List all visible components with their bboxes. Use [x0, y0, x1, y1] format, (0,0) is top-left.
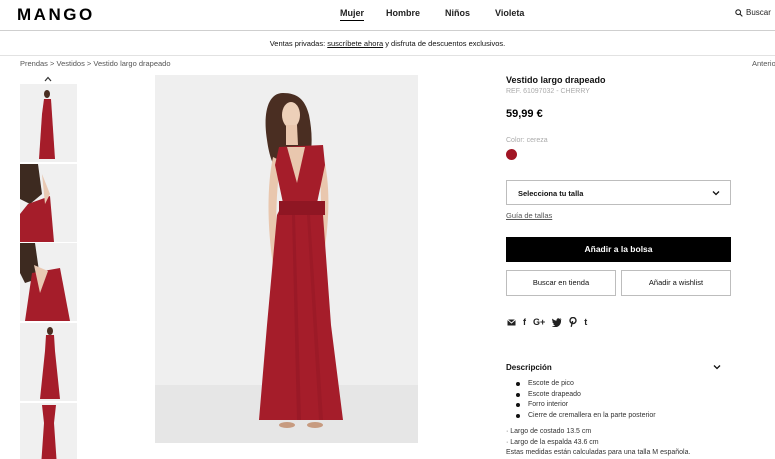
search-label: Buscar [746, 8, 771, 17]
product-reference: REF. 61097032 - CHERRY [506, 88, 590, 95]
nav-ninos[interactable]: Niños [445, 8, 470, 21]
dress-back-thumbnail [20, 403, 77, 459]
measure-line: · Largo de costado 13.5 cm [506, 428, 592, 435]
thumbnail-5[interactable] [20, 403, 77, 459]
thumbnail-2[interactable] [20, 164, 77, 242]
promo-text: Ventas privadas: [269, 39, 328, 48]
thumbnail-1[interactable] [20, 84, 77, 162]
twitter-icon[interactable] [552, 317, 562, 327]
product-price: 59,99 € [506, 108, 543, 120]
model-dress-illustration [155, 75, 418, 443]
share-icons: f G+ t [507, 317, 587, 327]
facebook-icon[interactable]: f [523, 317, 526, 327]
subscribe-link[interactable]: suscríbete ahora [327, 39, 383, 48]
site-header: MANGO Mujer Hombre Niños Violeta Buscar [0, 0, 775, 31]
nav-hombre[interactable]: Hombre [386, 8, 420, 21]
promo-text-suffix: y disfruta de descuentos exclusivos. [383, 39, 506, 48]
thumbnail-4[interactable] [20, 323, 77, 401]
list-item: Escote de pico [516, 379, 656, 390]
size-select-label: Selecciona tu talla [518, 189, 584, 198]
dress-thumbnail-image [20, 84, 77, 162]
list-item: Cierre de cremallera en la parte posteri… [516, 411, 656, 422]
main-nav: Mujer Hombre Niños Violeta [340, 8, 524, 21]
find-in-store-button[interactable]: Buscar en tienda [506, 270, 616, 296]
pinterest-icon[interactable] [569, 317, 577, 327]
product-title: Vestido largo drapeado [506, 75, 606, 85]
dress-detail-thumbnail [20, 164, 77, 242]
google-plus-icon[interactable]: G+ [533, 317, 545, 327]
add-to-bag-button[interactable]: Añadir a la bolsa [506, 237, 731, 262]
color-label: Color: cereza [506, 137, 548, 144]
add-to-wishlist-button[interactable]: Añadir a wishlist [621, 270, 731, 296]
measure-note: Estas medidas están calculadas para una … [506, 449, 691, 456]
size-select[interactable]: Selecciona tu talla [506, 180, 731, 205]
description-heading[interactable]: Descripción [506, 363, 552, 372]
chevron-down-icon[interactable] [713, 363, 721, 371]
nav-mujer[interactable]: Mujer [340, 8, 365, 21]
mango-logo[interactable]: MANGO [17, 5, 95, 25]
list-item: Forro interior [516, 400, 656, 411]
tumblr-icon[interactable]: t [584, 317, 587, 327]
color-swatch-cereza[interactable] [506, 149, 517, 160]
measurements: · Largo de costado 13.5 cm · Largo de la… [506, 427, 690, 459]
search-button[interactable]: Buscar [735, 8, 771, 17]
main-product-image[interactable] [155, 75, 418, 443]
nav-violeta[interactable]: Violeta [495, 8, 524, 21]
previous-link[interactable]: Anterior [752, 59, 775, 68]
measure-line: · Largo de la espalda 43.6 cm [506, 438, 599, 446]
dress-neckline-thumbnail [20, 243, 77, 321]
breadcrumb[interactable]: Prendas > Vestidos > Vestido largo drape… [20, 59, 171, 68]
chevron-down-icon [712, 191, 720, 196]
thumbnail-strip [20, 74, 77, 459]
list-item: Escote drapeado [516, 390, 656, 401]
thumbnail-3[interactable] [20, 243, 77, 321]
email-icon[interactable] [507, 318, 516, 326]
size-guide-link[interactable]: Guía de tallas [506, 211, 552, 220]
description-bullets: Escote de pico Escote drapeado Forro int… [516, 379, 656, 421]
search-icon [735, 8, 743, 17]
dress-full-thumbnail [20, 323, 77, 401]
promo-banner: Ventas privadas: suscríbete ahora y disf… [0, 31, 775, 56]
